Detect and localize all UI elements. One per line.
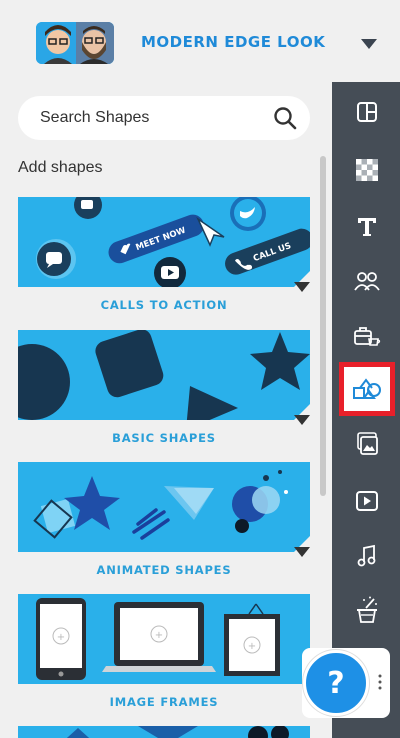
tool-rail xyxy=(332,82,400,738)
rail-item-business[interactable] xyxy=(342,314,392,358)
project-title[interactable]: MODERN EDGE LOOK xyxy=(141,33,325,51)
animated-shapes-thumbnail xyxy=(18,462,310,552)
animated-shapes-card[interactable] xyxy=(18,462,310,552)
svg-text:+: + xyxy=(248,641,256,652)
shapes-icon xyxy=(353,378,381,399)
basic-shapes-label: BASIC SHAPES xyxy=(112,431,216,445)
search-icon[interactable] xyxy=(272,105,298,131)
rail-item-photos[interactable] xyxy=(342,422,392,466)
rail-item-text[interactable] xyxy=(342,204,392,248)
rail-item-people[interactable] xyxy=(342,259,392,303)
shapes-panel: Add shapes MEET NOW CALL US xyxy=(0,82,332,738)
video-play-icon xyxy=(356,491,378,511)
rail-item-music[interactable] xyxy=(342,534,392,578)
next-category-thumbnail xyxy=(18,726,310,738)
rail-item-video[interactable] xyxy=(342,479,392,523)
svg-text:+: + xyxy=(57,632,65,643)
checkerboard-icon xyxy=(356,159,378,181)
people-group-icon xyxy=(354,272,380,291)
music-note-icon xyxy=(357,544,376,567)
avatar[interactable] xyxy=(36,22,114,64)
rail-item-shapes[interactable] xyxy=(339,362,395,416)
section-title: Add shapes xyxy=(18,159,103,176)
next-category-card[interactable] xyxy=(18,726,310,738)
calls-to-action-label: CALLS TO ACTION xyxy=(100,298,228,312)
basic-shapes-caret-icon[interactable] xyxy=(288,407,318,433)
header: MODERN EDGE LOOK xyxy=(0,0,400,82)
calls-to-action-card[interactable]: MEET NOW CALL US xyxy=(18,197,310,287)
basic-shapes-thumbnail xyxy=(18,330,310,420)
caret-down-icon[interactable] xyxy=(357,33,381,53)
basic-shapes-card[interactable] xyxy=(18,330,310,420)
animated-shapes-label: ANIMATED SHAPES xyxy=(96,563,232,577)
search-bar xyxy=(18,96,310,140)
animated-shapes-caret-icon[interactable] xyxy=(288,539,318,565)
calls-to-action-thumbnail: MEET NOW CALL US xyxy=(18,197,310,287)
image-frames-label: IMAGE FRAMES xyxy=(109,695,219,709)
text-icon xyxy=(358,218,376,236)
layout-grid-icon xyxy=(357,102,377,122)
rail-item-background[interactable] xyxy=(342,148,392,192)
photo-stack-icon xyxy=(357,432,378,455)
more-options-icon[interactable] xyxy=(378,673,382,691)
panel-scrollbar[interactable] xyxy=(320,156,326,496)
svg-text:+: + xyxy=(155,630,163,641)
calls-to-action-caret-icon[interactable] xyxy=(288,274,318,300)
search-input[interactable] xyxy=(40,96,260,140)
rail-item-magic[interactable] xyxy=(342,588,392,632)
image-frames-card[interactable]: + + + xyxy=(18,594,310,684)
image-frames-thumbnail: + + + xyxy=(18,594,310,684)
two-person-avatar-icon xyxy=(36,22,114,64)
help-button[interactable]: ? xyxy=(303,650,369,716)
help-question-icon: ? xyxy=(327,665,345,701)
magic-hat-icon xyxy=(357,596,377,623)
briefcase-coffee-icon xyxy=(354,327,381,346)
rail-item-layout[interactable] xyxy=(342,90,392,134)
